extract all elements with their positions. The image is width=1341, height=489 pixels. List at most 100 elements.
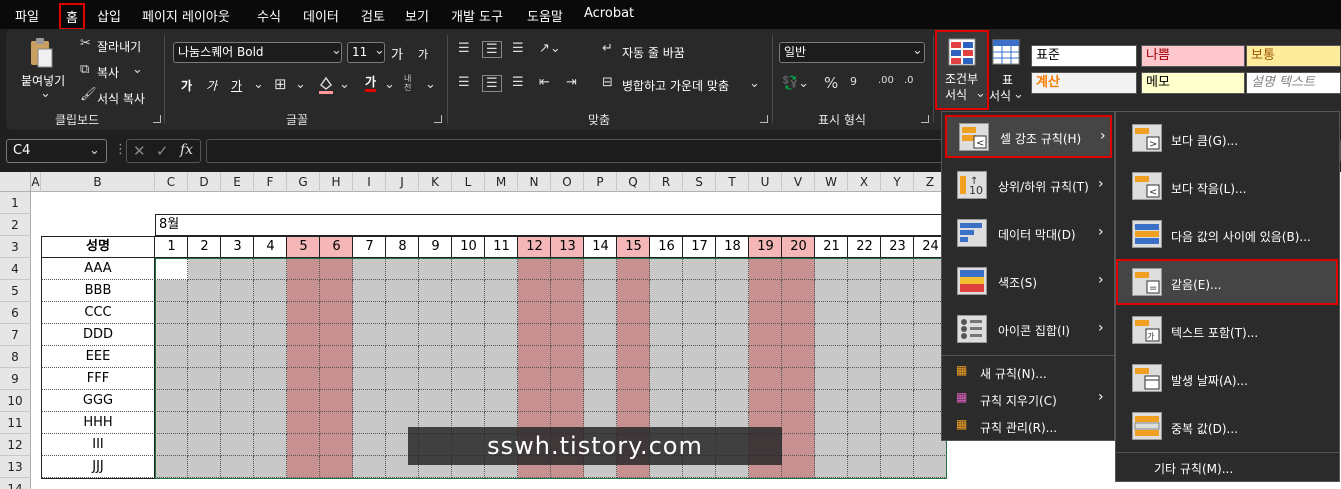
data-cell[interactable] <box>221 324 254 346</box>
percent-icon[interactable]: % <box>824 74 838 92</box>
decrease-decimal-icon[interactable]: .0 <box>904 75 914 86</box>
data-cell[interactable] <box>419 390 452 412</box>
data-cell[interactable] <box>188 324 221 346</box>
column-header[interactable]: P <box>584 172 617 192</box>
data-cell[interactable] <box>221 302 254 324</box>
data-cell[interactable] <box>584 368 617 390</box>
align-middle-icon[interactable]: ☰ <box>482 41 502 58</box>
data-cell[interactable] <box>287 280 320 302</box>
data-cell[interactable] <box>221 368 254 390</box>
data-cell[interactable] <box>848 346 881 368</box>
sub-item-between[interactable]: 다음 값의 사이에 있음(B)... <box>1116 212 1339 256</box>
data-cell[interactable] <box>221 412 254 434</box>
data-cell[interactable] <box>287 368 320 390</box>
data-cell[interactable] <box>386 390 419 412</box>
cell-style-bad[interactable]: 나쁨 <box>1141 45 1245 67</box>
column-header[interactable]: H <box>320 172 353 192</box>
data-cell[interactable] <box>452 390 485 412</box>
data-cell[interactable] <box>155 324 188 346</box>
data-cell[interactable] <box>848 280 881 302</box>
data-cell[interactable] <box>881 456 914 478</box>
data-cell[interactable] <box>419 324 452 346</box>
increase-decimal-icon[interactable]: .00 <box>878 75 894 86</box>
data-cell[interactable] <box>188 390 221 412</box>
data-cell[interactable] <box>815 324 848 346</box>
dialog-launcher-icon[interactable] <box>921 115 929 123</box>
data-cell[interactable] <box>881 390 914 412</box>
data-cell[interactable] <box>452 258 485 280</box>
data-cell[interactable] <box>320 412 353 434</box>
column-header[interactable]: X <box>848 172 881 192</box>
data-cell[interactable] <box>155 456 188 478</box>
chevron-down-icon[interactable]: ⌄ <box>425 77 436 92</box>
cell-style-note[interactable]: 메모 <box>1141 72 1245 94</box>
data-cell[interactable] <box>221 258 254 280</box>
data-cell[interactable] <box>551 258 584 280</box>
data-cell[interactable] <box>518 302 551 324</box>
chevron-down-icon[interactable]: ⌄ <box>384 77 395 92</box>
data-cell[interactable] <box>221 434 254 456</box>
format-painter-button[interactable]: 서식 복사 <box>97 90 145 107</box>
cell-style-calculation[interactable]: 계산 <box>1031 72 1137 94</box>
cut-button[interactable]: 잘라내기 <box>97 38 141 55</box>
cf-item-color-scales[interactable]: 색조(S) › <box>942 258 1114 304</box>
data-cell[interactable] <box>782 456 815 478</box>
column-header[interactable]: I <box>353 172 386 192</box>
data-cell[interactable] <box>221 456 254 478</box>
column-header[interactable]: L <box>452 172 485 192</box>
sub-item-less-than[interactable]: < 보다 작음(L)... <box>1116 164 1339 208</box>
row-header[interactable]: 10 <box>0 390 31 412</box>
row-header[interactable]: 5 <box>0 280 31 302</box>
data-cell[interactable] <box>848 324 881 346</box>
column-header[interactable]: T <box>716 172 749 192</box>
paste-icon[interactable] <box>28 37 54 69</box>
data-cell[interactable] <box>386 324 419 346</box>
data-cell[interactable] <box>650 368 683 390</box>
column-header[interactable]: K <box>419 172 452 192</box>
grow-font-button[interactable]: 가 <box>391 44 403 63</box>
data-cell[interactable] <box>617 346 650 368</box>
underline-button[interactable]: 가 <box>231 77 242 94</box>
data-cell[interactable] <box>551 280 584 302</box>
chevron-down-icon[interactable]: ⌄ <box>40 86 51 101</box>
data-cell[interactable] <box>353 280 386 302</box>
column-header[interactable]: Q <box>617 172 650 192</box>
data-cell[interactable] <box>188 412 221 434</box>
data-cell[interactable] <box>485 324 518 346</box>
row-header[interactable]: 2 <box>0 214 31 236</box>
sub-item-date-occurring[interactable]: 발생 날짜(A)... <box>1116 356 1339 400</box>
chevron-down-icon[interactable]: ⌄ <box>132 62 143 77</box>
data-cell[interactable] <box>518 324 551 346</box>
data-cell[interactable] <box>452 346 485 368</box>
cell-style-neutral[interactable]: 보통 <box>1246 45 1341 67</box>
column-header[interactable]: V <box>782 172 815 192</box>
cf-item-manage-rules[interactable]: ▦ 규칙 관리(R)... <box>942 414 1114 438</box>
data-cell[interactable] <box>353 346 386 368</box>
data-cell[interactable] <box>320 434 353 456</box>
tab-developer[interactable]: 개발 도구 <box>451 6 503 25</box>
data-cell[interactable] <box>815 302 848 324</box>
data-cell[interactable] <box>551 368 584 390</box>
data-cell[interactable] <box>683 390 716 412</box>
data-cell[interactable] <box>287 324 320 346</box>
data-cell[interactable] <box>452 368 485 390</box>
font-name-select[interactable]: 나눔스퀘어 Bold <box>173 42 342 63</box>
merge-center-button[interactable]: 병합하고 가운데 맞춤 <box>622 77 729 94</box>
data-cell[interactable] <box>551 302 584 324</box>
column-header[interactable]: W <box>815 172 848 192</box>
column-header[interactable]: G <box>287 172 320 192</box>
data-cell[interactable] <box>848 456 881 478</box>
data-cell[interactable] <box>782 434 815 456</box>
data-cell[interactable] <box>419 346 452 368</box>
data-cell[interactable] <box>353 368 386 390</box>
data-cell[interactable] <box>881 258 914 280</box>
data-cell[interactable] <box>419 280 452 302</box>
row-header[interactable]: 1 <box>0 192 31 214</box>
cf-item-icon-sets[interactable]: 아이콘 집합(I) › <box>942 306 1114 352</box>
data-cell[interactable] <box>848 302 881 324</box>
cf-item-top-bottom-rules[interactable]: 10 ↑ 상위/하위 규칙(T) › <box>942 162 1114 208</box>
column-header[interactable]: S <box>683 172 716 192</box>
data-cell[interactable] <box>551 346 584 368</box>
data-cell[interactable] <box>155 368 188 390</box>
chevron-down-icon[interactable]: ⌄ <box>89 143 100 158</box>
